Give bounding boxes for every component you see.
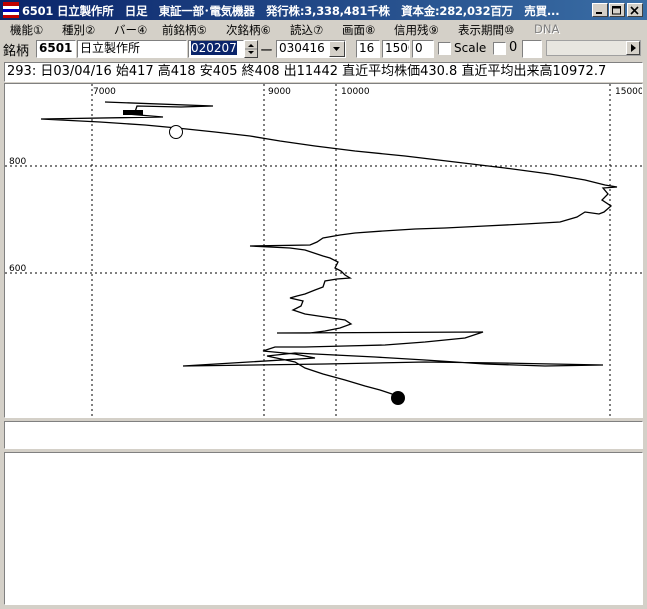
horizontal-scrollbar[interactable] <box>546 40 641 56</box>
x-tick-label: 15000 <box>615 87 642 97</box>
y-tick-label: 600 <box>9 264 26 274</box>
maximize-button[interactable] <box>609 3 625 17</box>
window-title: 6501 日立製作所 日足 東証一部･電気機器 発行株:3,338,481千株 … <box>22 4 560 18</box>
field-16[interactable]: 16 <box>356 40 380 58</box>
code-label: 銘柄 <box>3 44 30 59</box>
scroll-right-arrow[interactable] <box>626 41 640 55</box>
stock-code-field[interactable]: 6501 <box>36 40 76 58</box>
minimize-button[interactable] <box>592 3 608 17</box>
price-volume-chart: 7000 9000 10000 15000 800 600 <box>5 84 644 417</box>
x-tick-label: 9000 <box>268 87 291 97</box>
option-value: 0 <box>509 40 518 55</box>
scale-label: Scale <box>454 41 487 55</box>
menu-type[interactable]: 種別② <box>62 22 95 38</box>
spinner-arrows-icon <box>245 44 257 54</box>
menu-prev-stock[interactable]: 前銘柄⑤ <box>162 22 207 38</box>
menu-next-stock[interactable]: 次銘柄⑥ <box>226 22 271 38</box>
date-dash: ー <box>260 44 274 59</box>
info-bar: 293: 日03/04/16 始417 高418 安405 終408 出1144… <box>4 62 643 82</box>
blank-field[interactable] <box>522 40 542 58</box>
price-volume-trace <box>40 101 618 397</box>
end-date-dropdown[interactable] <box>329 41 345 57</box>
app-icon[interactable] <box>3 2 19 18</box>
stock-name-field[interactable]: 日立製作所 <box>77 40 187 58</box>
end-date-select[interactable]: 030416 <box>276 40 346 58</box>
menu-function[interactable]: 機能① <box>10 22 43 38</box>
menu-bar: 機能① 種別② バー④ 前銘柄⑤ 次銘柄⑥ 読込⑦ 画面⑧ 信用残⑨ 表示期間⑩… <box>0 20 647 38</box>
menu-dna[interactable]: DNA <box>534 22 559 36</box>
scale-checkbox[interactable] <box>438 42 451 55</box>
menu-display-period[interactable]: 表示期間⑩ <box>458 22 514 38</box>
close-button[interactable] <box>627 3 643 17</box>
x-tick-label: 10000 <box>341 87 370 97</box>
y-tick-label: 800 <box>9 157 26 167</box>
dense-trace-segment <box>123 110 143 115</box>
menu-bar-style[interactable]: バー④ <box>114 22 147 38</box>
start-point-marker <box>169 125 183 139</box>
field-1500[interactable]: 1500 <box>382 40 410 58</box>
start-date-spinner[interactable] <box>244 40 258 58</box>
chevron-right-icon <box>631 44 636 52</box>
sub-chart-panel[interactable] <box>4 452 643 605</box>
indicator-panel[interactable] <box>4 421 643 449</box>
start-date-value: 020207 <box>191 41 237 55</box>
option-checkbox[interactable] <box>493 42 506 55</box>
menu-margin[interactable]: 信用残⑨ <box>394 22 439 38</box>
start-date-field[interactable]: 020207 <box>188 40 244 58</box>
grid <box>5 84 642 417</box>
end-point-marker <box>391 391 405 405</box>
title-bar[interactable]: 6501 日立製作所 日足 東証一部･電気機器 発行株:3,338,481千株 … <box>0 0 647 20</box>
chevron-down-icon <box>333 47 340 51</box>
field-0[interactable]: 0 <box>412 40 434 58</box>
end-date-value: 030416 <box>279 41 325 55</box>
menu-load[interactable]: 読込⑦ <box>290 22 323 38</box>
chart-panel[interactable]: 7000 9000 10000 15000 800 600 <box>4 83 644 418</box>
menu-screen[interactable]: 画面⑧ <box>342 22 375 38</box>
x-tick-label: 7000 <box>93 87 116 97</box>
